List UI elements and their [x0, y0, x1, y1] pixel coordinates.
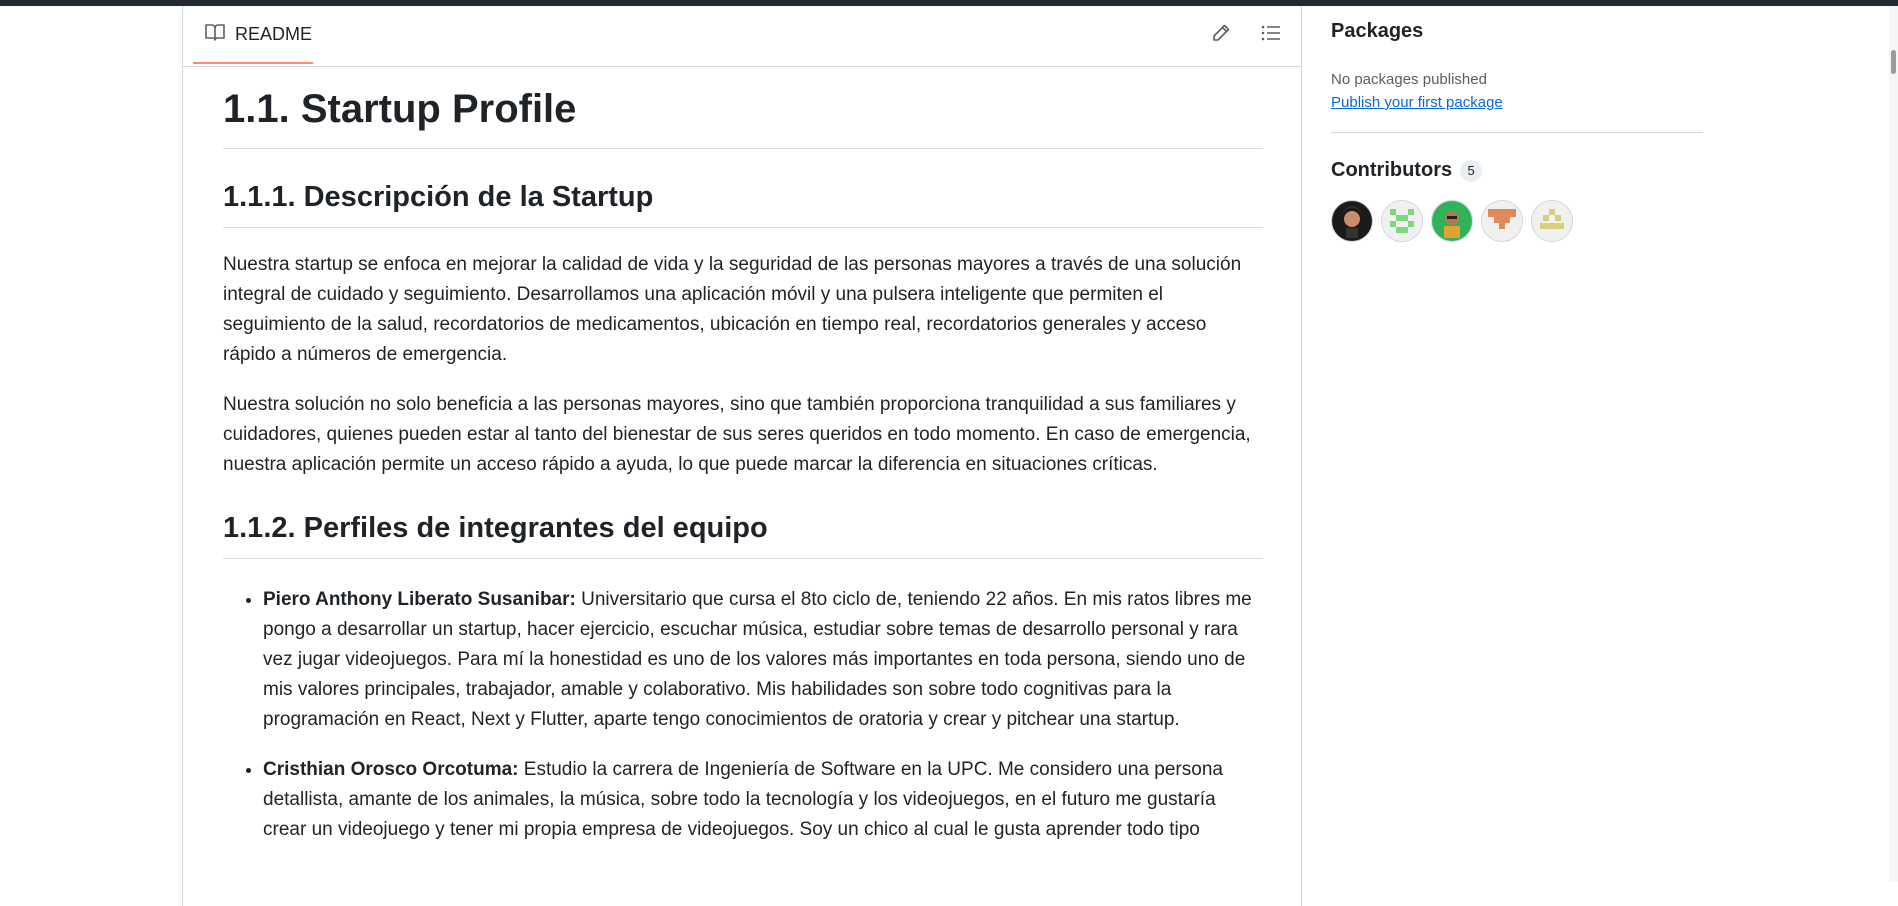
team-member-bio: Universitario que cursa el 8to ciclo de,… — [263, 589, 1252, 730]
contributors-avatars — [1331, 200, 1703, 242]
avatar[interactable] — [1331, 200, 1373, 242]
paragraph-description-2: Nuestra solución no solo beneficia a las… — [223, 394, 1251, 475]
publish-package-link[interactable]: Publish your first package — [1331, 94, 1503, 111]
avatar[interactable] — [1381, 200, 1423, 242]
avatar[interactable] — [1481, 200, 1523, 242]
page-scrollbar[interactable] — [1889, 6, 1898, 882]
packages-title[interactable]: Packages — [1331, 20, 1703, 43]
scrollbar-thumb[interactable] — [1891, 50, 1896, 74]
heading-perfiles: 1.1.2. Perfiles de integrantes del equip… — [223, 510, 1263, 559]
readme-tab[interactable]: README — [193, 6, 313, 64]
avatar[interactable] — [1531, 200, 1573, 242]
pencil-icon — [1211, 23, 1231, 48]
readme-article: 1.1. Startup Profile 1.1.1. Descripción … — [223, 72, 1263, 865]
heading-startup-profile: 1.1. Startup Profile — [223, 84, 1263, 149]
readme-tab-label: README — [235, 23, 313, 44]
readme-header: README — [183, 6, 1301, 67]
edit-readme-button[interactable] — [1203, 20, 1239, 50]
repo-sidebar: Packages No packages published Publish y… — [1331, 20, 1703, 242]
team-member-item: Piero Anthony Liberato Susanibar: Univer… — [263, 585, 1263, 735]
readme-panel: README 1.1. Startup Profile 1.1.1. Descr… — [182, 6, 1302, 906]
packages-empty-text: No packages published — [1331, 71, 1487, 88]
book-icon — [205, 23, 225, 46]
contributors-title[interactable]: Contributors — [1331, 159, 1452, 182]
divider — [1331, 132, 1703, 133]
team-member-name: Cristhian Orosco Orcotuma: — [263, 759, 519, 780]
team-list: Piero Anthony Liberato Susanibar: Univer… — [223, 585, 1263, 845]
heading-descripcion: 1.1.1. Descripción de la Startup — [223, 179, 1263, 228]
team-member-name: Piero Anthony Liberato Susanibar: — [263, 589, 576, 610]
contributors-count-badge: 5 — [1460, 159, 1483, 182]
outline-button[interactable] — [1253, 20, 1289, 50]
avatar[interactable] — [1431, 200, 1473, 242]
contributors-header: Contributors 5 — [1331, 159, 1703, 182]
paragraph-description-1: Nuestra startup se enfoca en mejorar la … — [223, 254, 1242, 365]
list-unordered-icon — [1261, 24, 1281, 47]
team-member-item: Cristhian Orosco Orcotuma: Estudio la ca… — [263, 755, 1263, 845]
